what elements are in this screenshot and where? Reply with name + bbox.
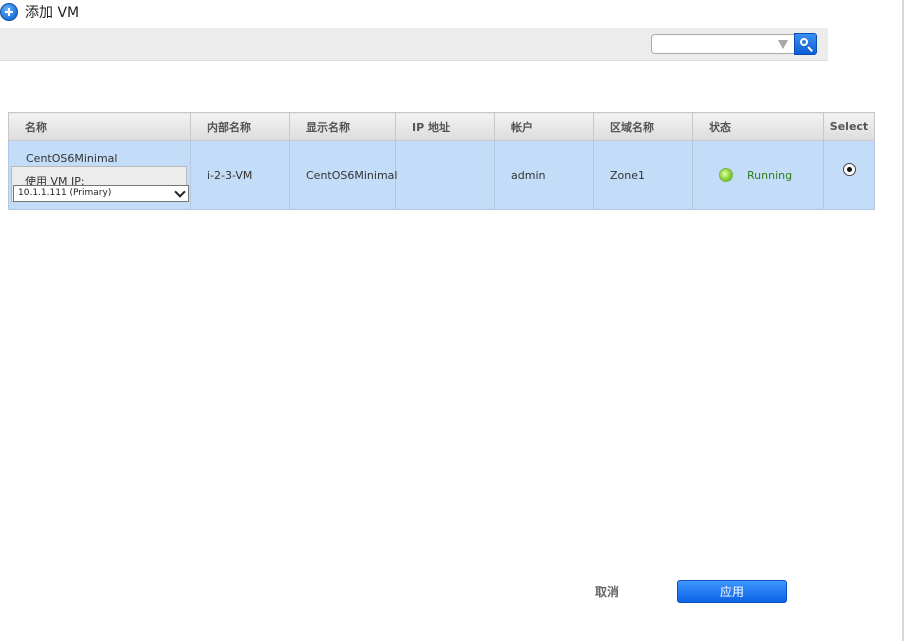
vm-name: CentOS6Minimal: [26, 152, 118, 165]
dialog-title: 添加 VM: [25, 5, 80, 21]
vm-ip-selected-value: 10.1.1.111 (Primary): [18, 188, 112, 198]
column-header-name[interactable]: 名称: [8, 112, 191, 141]
add-icon: [0, 3, 18, 21]
column-header-internal-name[interactable]: 内部名称: [190, 112, 290, 141]
cell-display-name: CentOS6Minimal: [289, 140, 397, 210]
column-header-zone-name[interactable]: 区域名称: [593, 112, 693, 141]
vm-table: 名称 内部名称 显示名称 IP 地址 帐户 区域名称 状态 Select Cen…: [8, 112, 875, 210]
cell-internal-name: i-2-3-VM: [190, 140, 290, 210]
cell-name: CentOS6Minimal 使用 VM IP: 10.1.1.111 (Pri…: [8, 140, 191, 210]
cell-state: Running: [692, 140, 824, 210]
cell-ip-address: [395, 140, 495, 210]
cell-account: admin: [494, 140, 594, 210]
vm-ip-picker: 使用 VM IP: 10.1.1.111 (Primary): [11, 166, 189, 202]
search-button[interactable]: [794, 33, 817, 55]
search-icon: [800, 38, 808, 46]
column-header-state[interactable]: 状态: [692, 112, 824, 141]
table-header-row: 名称 内部名称 显示名称 IP 地址 帐户 区域名称 状态 Select: [8, 112, 875, 141]
select-radio[interactable]: [842, 163, 856, 176]
column-header-select: Select: [823, 112, 875, 141]
cancel-button[interactable]: 取消: [595, 583, 619, 600]
search-input[interactable]: [651, 34, 794, 54]
cell-zone: Zone1: [593, 140, 693, 210]
vm-ip-select[interactable]: 10.1.1.111 (Primary): [13, 185, 189, 202]
search-bar: [0, 28, 828, 61]
dropdown-arrow-icon[interactable]: [778, 40, 788, 49]
chevron-down-icon: [174, 186, 186, 198]
column-header-display-name[interactable]: 显示名称: [289, 112, 396, 141]
table-row[interactable]: CentOS6Minimal 使用 VM IP: 10.1.1.111 (Pri…: [8, 140, 875, 210]
status-text: Running: [747, 168, 793, 182]
column-header-ip-address[interactable]: IP 地址: [395, 112, 495, 141]
status-indicator: Running: [719, 168, 823, 182]
status-light-icon: [719, 168, 733, 182]
apply-button[interactable]: 应用: [677, 580, 787, 603]
cell-select: [823, 140, 875, 210]
dialog-title-bar: 添加 VM: [0, 0, 79, 24]
column-header-account[interactable]: 帐户: [494, 112, 594, 141]
